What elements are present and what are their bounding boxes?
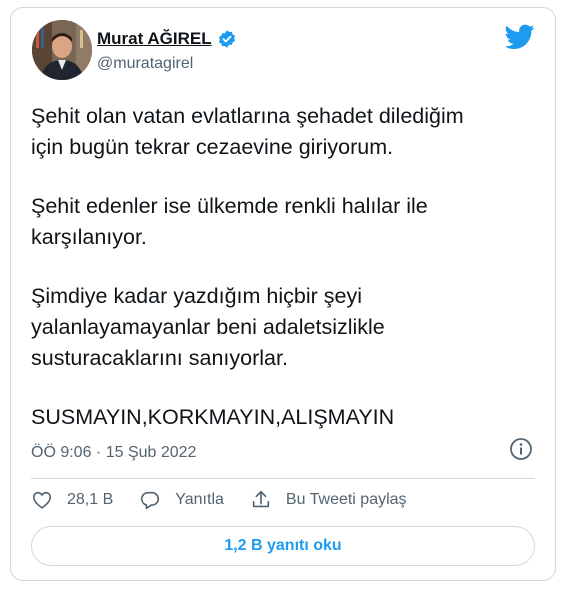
author-handle[interactable]: @muratagirel bbox=[97, 55, 193, 73]
author-name-row: Murat AĞIREL bbox=[97, 29, 237, 49]
tweet-paragraph: Şimdiye kadar yazdığım hiçbir şeyi yalan… bbox=[31, 284, 385, 370]
read-replies-button[interactable]: 1,2 B yanıtı oku bbox=[31, 526, 535, 566]
twitter-bird-icon[interactable] bbox=[505, 24, 535, 50]
info-icon[interactable] bbox=[509, 437, 533, 461]
avatar[interactable] bbox=[32, 20, 92, 80]
share-icon bbox=[252, 490, 270, 508]
tweet-timestamp[interactable]: ÖÖ 9:06 · 15 Şub 2022 bbox=[31, 444, 196, 462]
divider bbox=[31, 478, 535, 479]
tweet-text: Şehit olan vatan evlatlarına şehadet dil… bbox=[31, 101, 541, 433]
heart-icon bbox=[32, 491, 52, 509]
share-button[interactable]: Bu Tweeti paylaş bbox=[250, 489, 407, 511]
tweet-card: Murat AĞIREL @muratagirel Şehit olan vat… bbox=[10, 7, 556, 581]
reply-label: Yanıtla bbox=[175, 491, 224, 508]
author-name[interactable]: Murat AĞIREL bbox=[97, 29, 212, 49]
like-count: 28,1 B bbox=[67, 491, 114, 508]
reply-button[interactable]: Yanıtla bbox=[139, 489, 224, 511]
share-label: Bu Tweeti paylaş bbox=[285, 491, 407, 508]
tweet-paragraph: SUSMAYIN,KORKMAYIN,ALIŞMAYIN bbox=[31, 405, 395, 429]
tweet-actions: 28,1 B Yanıtla Bu Tweeti paylaş bbox=[31, 489, 433, 511]
verified-badge-icon bbox=[218, 30, 235, 48]
reply-icon bbox=[141, 491, 160, 510]
tweet-paragraph: Şehit edenler ise ülkemde renkli halılar… bbox=[31, 194, 428, 249]
tweet-paragraph: Şehit olan vatan evlatlarına şehadet dil… bbox=[31, 104, 464, 159]
like-button[interactable]: 28,1 B bbox=[31, 489, 113, 511]
